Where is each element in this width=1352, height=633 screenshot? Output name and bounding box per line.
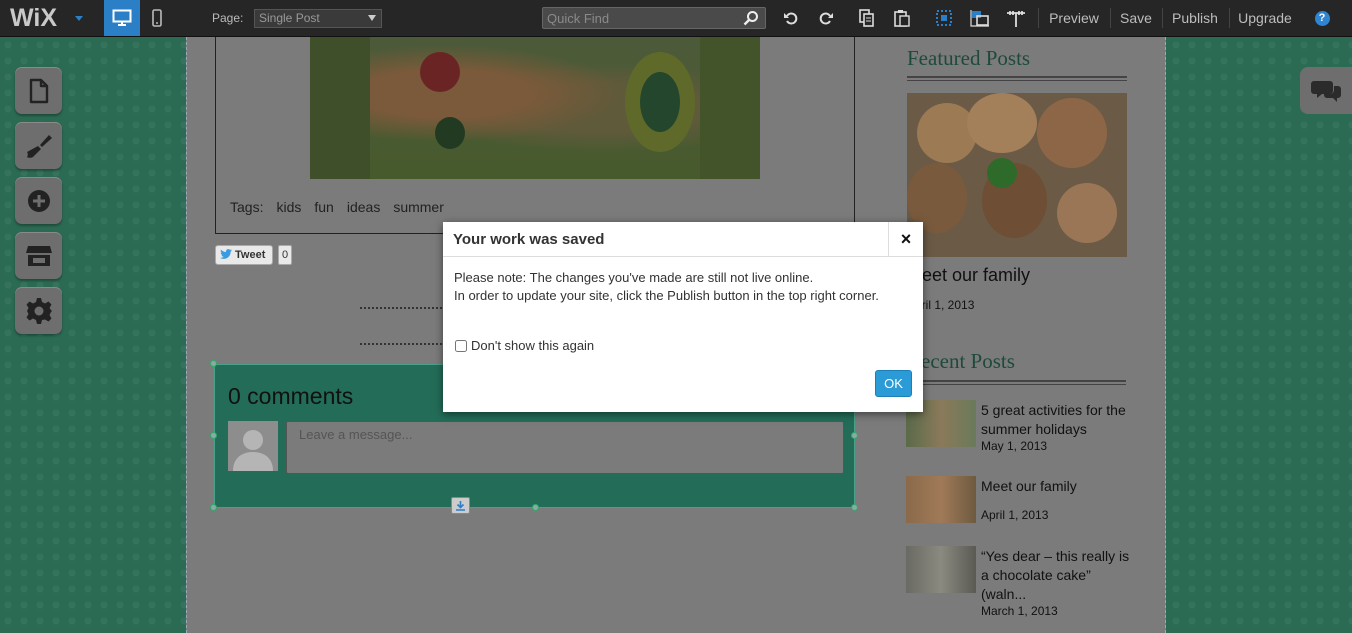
- dialog-message-line: Please note: The changes you've made are…: [454, 270, 814, 285]
- paste-button[interactable]: [886, 0, 918, 36]
- rulers-button[interactable]: [1000, 0, 1032, 36]
- desktop-view-button[interactable]: [104, 0, 140, 36]
- help-button[interactable]: ?: [1312, 0, 1332, 36]
- help-icon: ?: [1314, 10, 1330, 26]
- upgrade-button[interactable]: Upgrade: [1235, 0, 1295, 36]
- dialog-message: Please note: The changes you've made are…: [454, 269, 914, 305]
- page-select-value: Single Post: [259, 11, 320, 25]
- preview-button[interactable]: Preview: [1046, 0, 1102, 36]
- dont-show-again[interactable]: Don't show this again: [455, 338, 594, 353]
- publish-button[interactable]: Publish: [1168, 0, 1222, 36]
- editor-toolbar: WiX Page: Single Post Preview Save: [0, 0, 1352, 37]
- mobile-icon: [152, 9, 162, 27]
- layers-icon: [970, 10, 989, 27]
- divider: [1038, 8, 1039, 28]
- close-button[interactable]: ×: [888, 222, 923, 257]
- copy-button[interactable]: [851, 0, 883, 36]
- redo-icon: [819, 12, 833, 25]
- dialog-message-line: In order to update your site, click the …: [454, 288, 879, 303]
- page-select[interactable]: Single Post: [254, 9, 382, 28]
- wix-logo[interactable]: WiX: [10, 0, 70, 36]
- dialog-title: Your work was saved: [453, 231, 605, 248]
- selection-icon: [936, 10, 952, 26]
- undo-button[interactable]: [775, 0, 807, 36]
- quick-find-input[interactable]: [545, 9, 740, 27]
- layers-button[interactable]: [964, 0, 996, 36]
- copy-icon: [859, 9, 874, 27]
- desktop-icon: [112, 9, 132, 26]
- chevron-down-icon[interactable]: [72, 0, 86, 36]
- dialog-header: Your work was saved ×: [443, 222, 923, 257]
- mobile-view-button[interactable]: [142, 0, 172, 36]
- ok-button[interactable]: OK: [875, 370, 912, 397]
- ruler-icon: [1007, 11, 1025, 27]
- divider: [1229, 8, 1230, 28]
- redo-button[interactable]: [810, 0, 842, 36]
- paste-icon: [894, 10, 910, 27]
- undo-icon: [784, 12, 798, 25]
- quick-find[interactable]: [542, 7, 766, 29]
- search-icon[interactable]: [743, 10, 759, 31]
- save-button[interactable]: Save: [1116, 0, 1156, 36]
- dont-show-again-label: Don't show this again: [471, 338, 595, 353]
- divider: [1110, 8, 1111, 28]
- chevron-down-icon: [368, 15, 376, 21]
- divider: [1162, 8, 1163, 28]
- page-label: Page:: [212, 11, 244, 25]
- save-confirmation-dialog: Your work was saved × Please note: The c…: [443, 222, 923, 412]
- dont-show-again-checkbox[interactable]: [455, 339, 467, 352]
- select-box-button[interactable]: [928, 0, 960, 36]
- close-icon: ×: [900, 229, 912, 249]
